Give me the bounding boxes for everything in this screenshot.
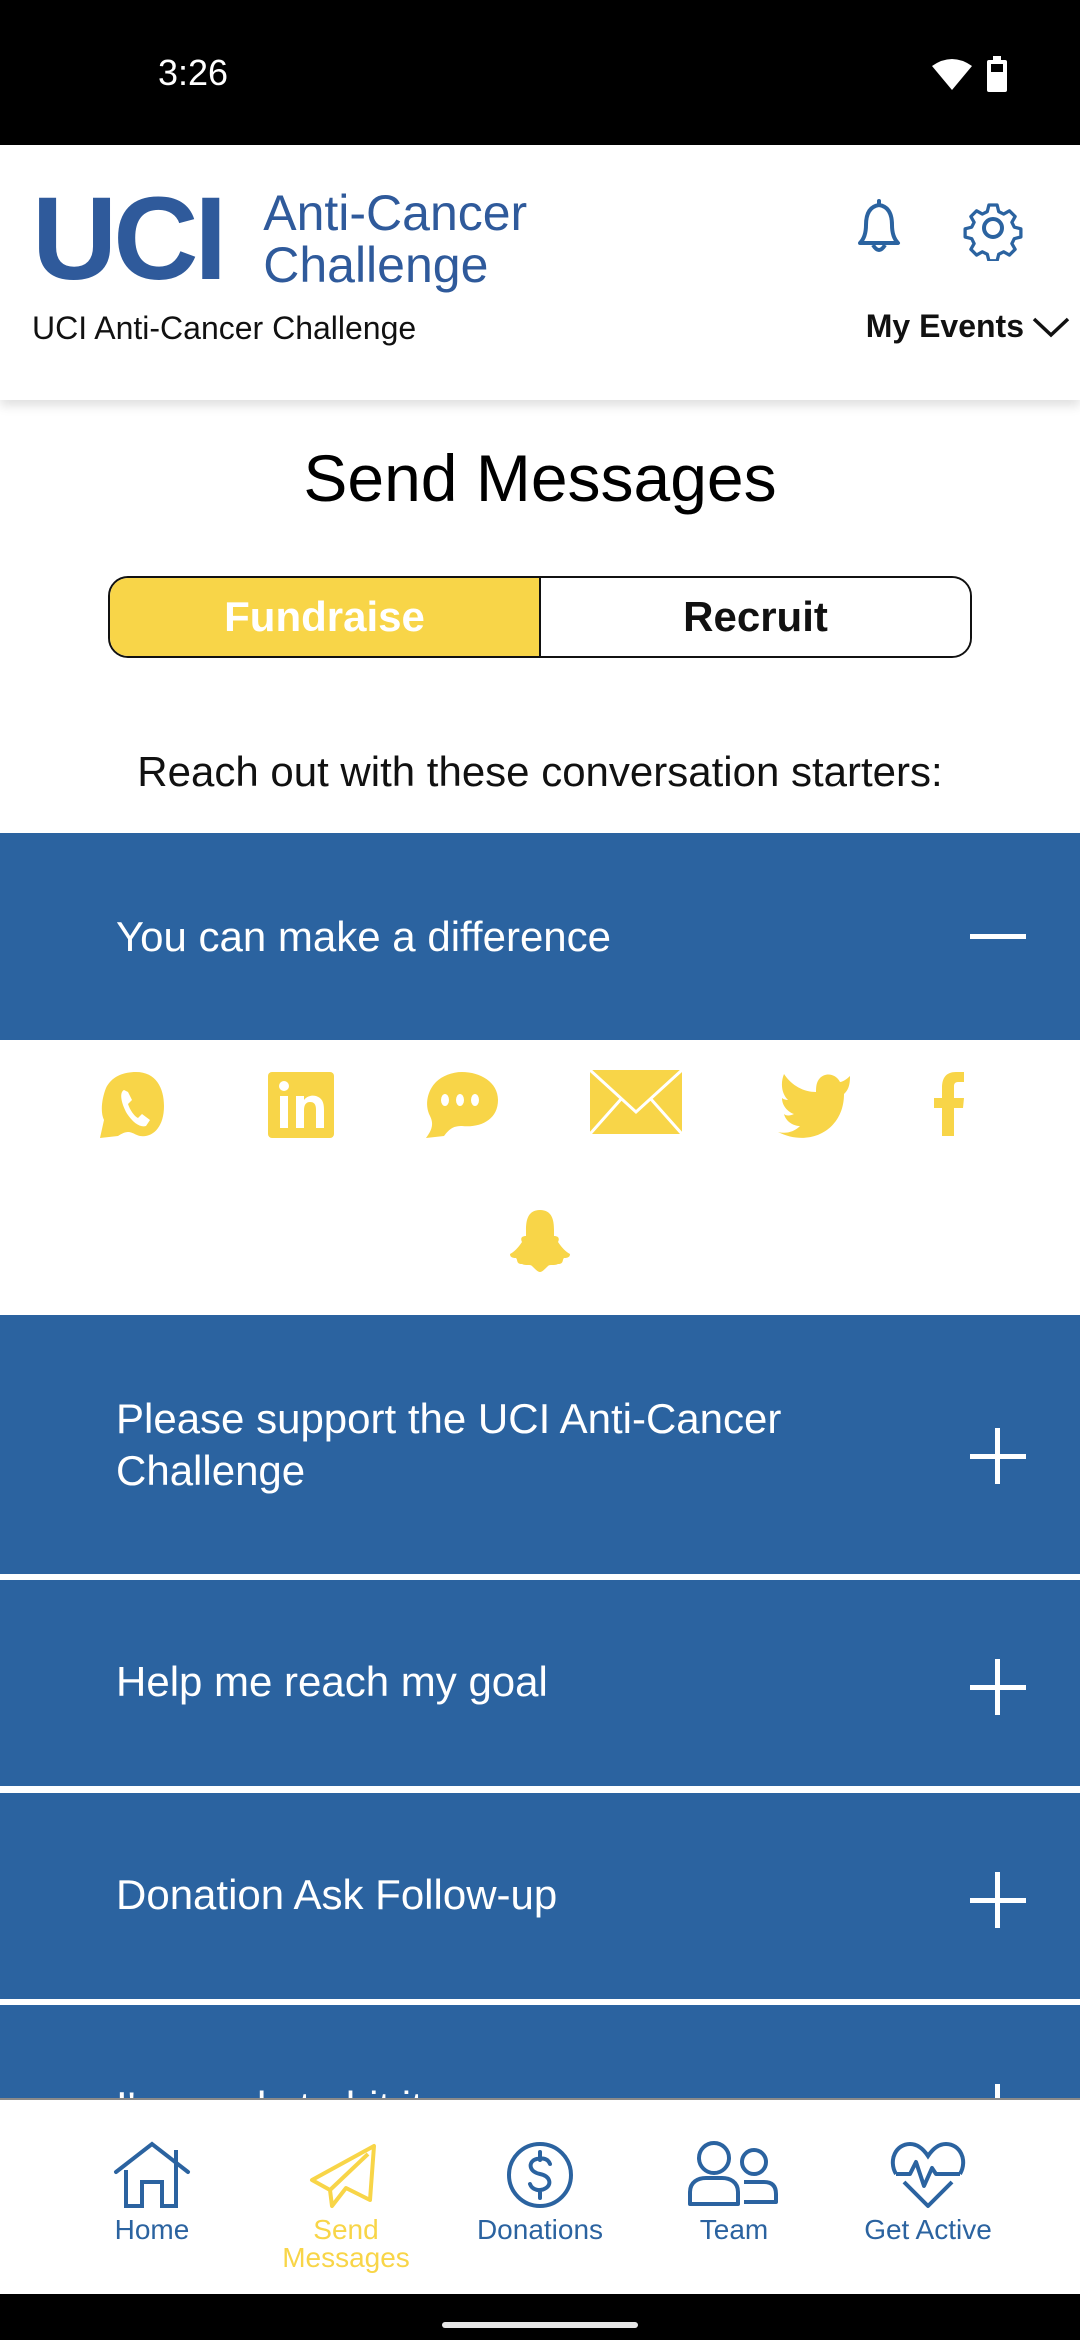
logo-text-line1: Anti-Cancer (263, 185, 528, 241)
snapchat-icon[interactable] (500, 1206, 580, 1286)
logo-mark: UCI (32, 173, 227, 305)
tab-label: Team (699, 2214, 769, 2245)
heartbeat-icon (890, 2141, 966, 2208)
tab-label: Get Active (864, 2214, 992, 2245)
tab-label: Send Messages (282, 2214, 410, 2273)
tab-send-messages[interactable]: Send Messages (246, 2140, 446, 2272)
tab-get-active[interactable]: Get Active (828, 2140, 1028, 2244)
minus-icon[interactable] (970, 908, 1026, 964)
tab-label: Donations (476, 2214, 604, 2245)
notifications-button[interactable] (846, 195, 912, 261)
linkedin-icon[interactable] (262, 1070, 342, 1150)
chevron-down-icon (1032, 317, 1070, 337)
accordion-item-label: You can make a difference (116, 913, 612, 960)
accordion-item-label: Help me reach my goal (116, 1658, 548, 1705)
tab-label: Home (114, 2214, 190, 2245)
wifi-icon (932, 59, 972, 90)
bell-icon (858, 199, 900, 252)
intro-text: Reach out with these conversation starte… (137, 748, 943, 795)
plus-icon[interactable] (970, 1872, 1026, 1928)
whatsapp-icon[interactable] (96, 1068, 176, 1148)
dollar-circle-icon (507, 2142, 573, 2208)
accordion-item[interactable]: You can make a difference (0, 833, 1080, 1040)
battery-icon (987, 56, 1007, 92)
facebook-icon[interactable] (920, 1068, 1000, 1148)
my-events-dropdown[interactable]: My Events (866, 308, 1070, 345)
status-bar: 3:26 (0, 0, 1080, 145)
home-icon (114, 2141, 190, 2208)
accordion-item[interactable]: Donation Ask Follow-up (0, 1793, 1080, 1999)
my-events-label: My Events (865, 308, 1024, 344)
status-time: 3:26 (158, 52, 229, 93)
app-header: UCI Anti-Cancer Challenge UCI Anti-Cance… (0, 145, 1080, 400)
system-navigation-bar (0, 2294, 1080, 2340)
org-name: UCI Anti-Cancer Challenge (32, 310, 417, 346)
gear-icon (963, 203, 1023, 263)
tab-donations[interactable]: Donations (440, 2140, 640, 2244)
logo-text: Anti-Cancer Challenge (263, 187, 527, 291)
plus-icon[interactable] (970, 1428, 1026, 1484)
team-icon (688, 2141, 778, 2206)
settings-button[interactable] (960, 195, 1026, 263)
sms-chat-icon[interactable] (422, 1068, 502, 1148)
tab-team[interactable]: Team (634, 2140, 834, 2244)
segment-recruit[interactable]: Recruit (541, 578, 970, 656)
status-icons (930, 56, 1008, 92)
accordion-item[interactable]: Please support the UCI Anti-Cancer Chall… (0, 1315, 1080, 1574)
logo: UCI Anti-Cancer Challenge (32, 180, 527, 298)
home-gesture-handle[interactable] (442, 2322, 638, 2328)
tab-home[interactable]: Home (52, 2140, 252, 2244)
share-panel (0, 1040, 1080, 1315)
accordion-item[interactable]: Help me reach my goal (0, 1580, 1080, 1786)
email-icon[interactable] (588, 1066, 684, 1146)
accordion-item-label: Please support the UCI Anti-Cancer Chall… (116, 1395, 782, 1494)
logo-text-line2: Challenge (263, 237, 489, 293)
plus-icon[interactable] (970, 1659, 1026, 1715)
bottom-tab-bar: Home Send Messages Donations Team Get Ac… (0, 2098, 1080, 2294)
segment-fundraise[interactable]: Fundraise (110, 578, 541, 656)
accordion-item-label: Donation Ask Follow-up (116, 1871, 558, 1918)
paper-plane-icon (310, 2144, 376, 2208)
page-title: Send Messages (303, 441, 777, 515)
twitter-icon[interactable] (774, 1068, 854, 1148)
segment-control: Fundraise Recruit (108, 576, 972, 658)
